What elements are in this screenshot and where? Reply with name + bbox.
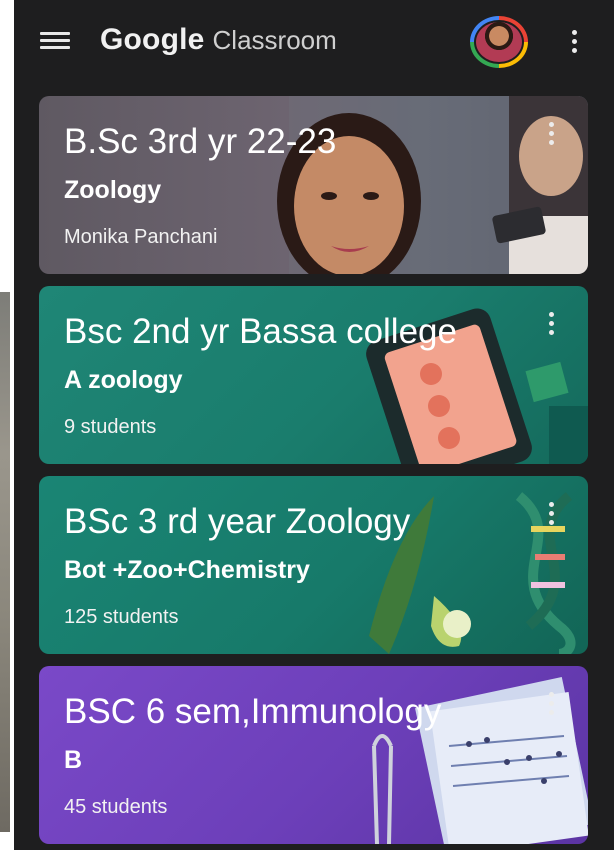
- class-teacher: Monika Panchani: [64, 226, 218, 248]
- class-card[interactable]: Bsc 2nd yr Bassa college A zoology 9 stu…: [39, 286, 588, 464]
- top-app-bar: Google Classroom: [14, 0, 614, 82]
- brand-google: Google: [100, 23, 205, 56]
- class-card[interactable]: B.Sc 3rd yr 22-23 Zoology Monika Panchan…: [39, 96, 588, 274]
- class-card[interactable]: BSC 6 sem,Immunology B 45 students: [39, 666, 588, 844]
- class-title: B.Sc 3rd yr 22-23: [64, 122, 337, 161]
- class-overflow-menu-icon[interactable]: [541, 690, 563, 720]
- class-subtitle: Zoology: [64, 176, 162, 204]
- classroom-app: Google Classroom B.Sc 3rd yr 22-23 Zoolog…: [14, 0, 614, 850]
- class-card[interactable]: BSc 3 rd year Zoology Bot +Zoo+Chemistry…: [39, 476, 588, 654]
- background-strip: [0, 0, 14, 850]
- overflow-menu-icon[interactable]: [564, 26, 586, 58]
- class-title: Bsc 2nd yr Bassa college: [64, 312, 457, 351]
- class-overflow-menu-icon[interactable]: [541, 500, 563, 530]
- class-subtitle: B: [64, 746, 83, 774]
- class-subtitle: A zoology: [64, 366, 183, 394]
- hamburger-menu-icon[interactable]: [40, 30, 70, 54]
- background-photo-edge: [0, 292, 10, 832]
- class-overflow-menu-icon[interactable]: [541, 120, 563, 150]
- brand-classroom: Classroom: [212, 25, 337, 55]
- class-subtitle: Bot +Zoo+Chemistry: [64, 556, 310, 584]
- class-student-count: 125 students: [64, 606, 179, 628]
- class-student-count: 9 students: [64, 416, 157, 438]
- user-avatar[interactable]: [470, 16, 528, 68]
- class-title: BSC 6 sem,Immunology: [64, 692, 442, 731]
- class-overflow-menu-icon[interactable]: [541, 310, 563, 340]
- class-title: BSc 3 rd year Zoology: [64, 502, 411, 541]
- app-title: Google Classroom: [100, 20, 337, 60]
- class-student-count: 45 students: [64, 796, 168, 818]
- avatar-photo: [474, 20, 524, 64]
